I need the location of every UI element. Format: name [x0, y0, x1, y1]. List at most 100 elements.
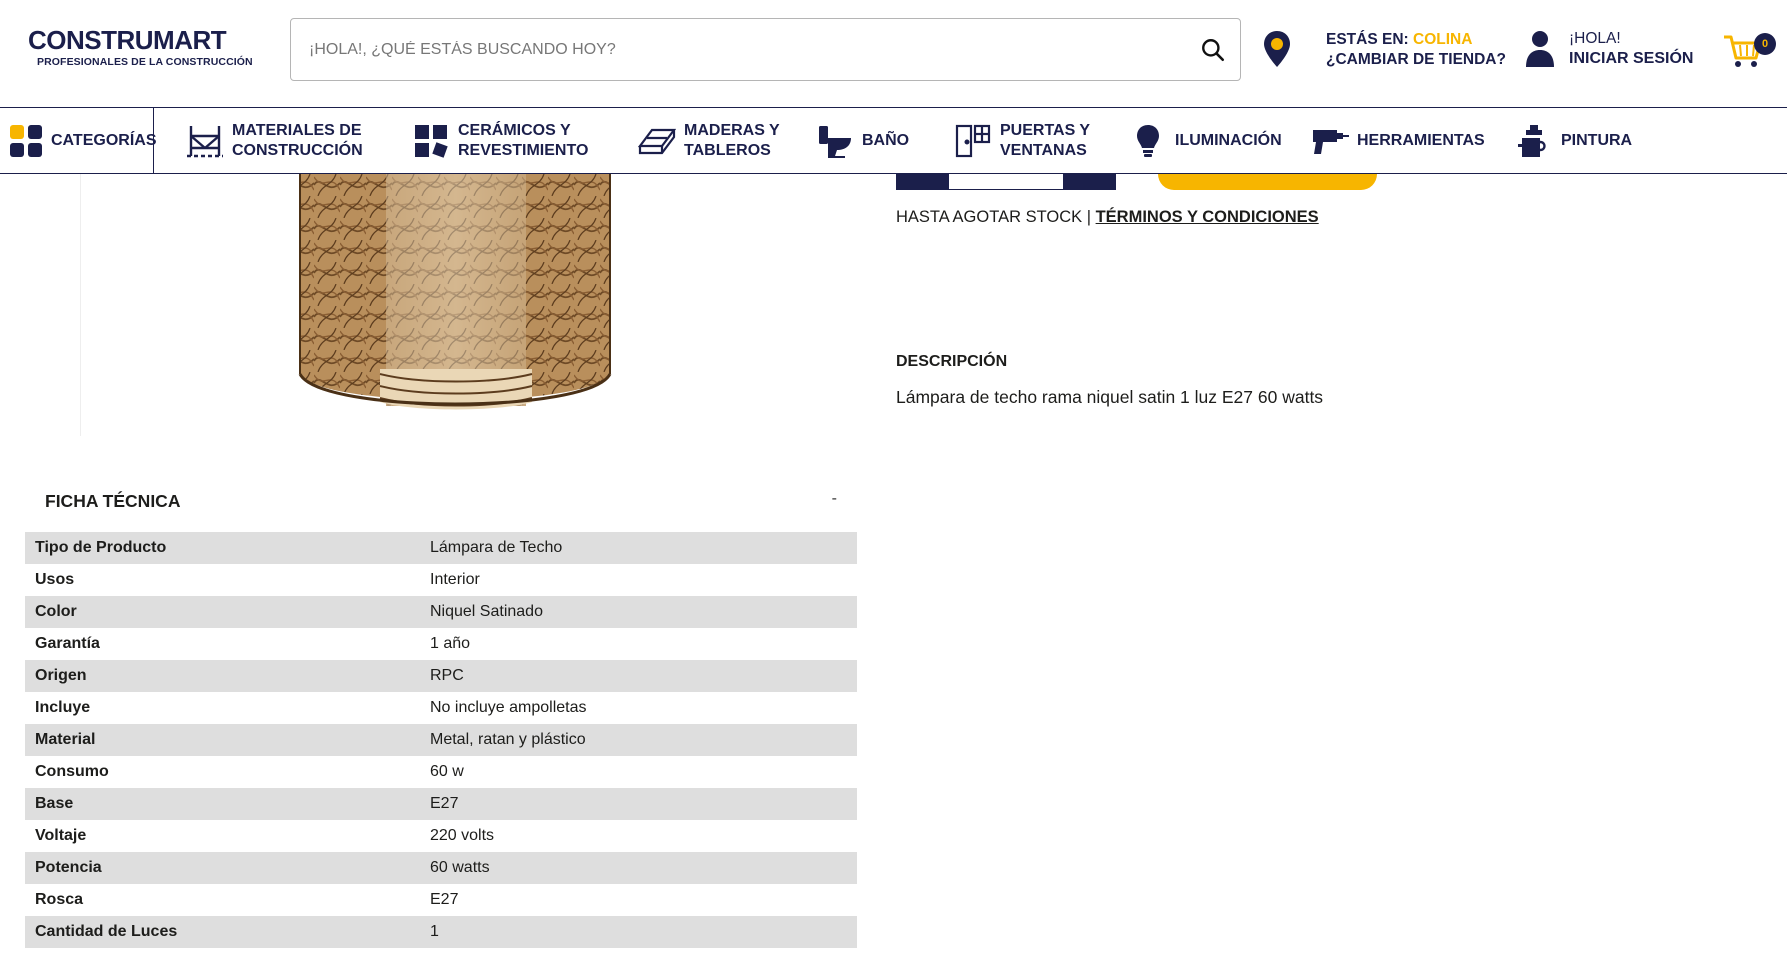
nav-categories[interactable]: CATEGORÍAS	[0, 108, 157, 174]
collapse-toggle[interactable]: -	[832, 490, 837, 508]
nav-herramientas[interactable]: HERRAMIENTAS	[1311, 108, 1485, 174]
spec-value: 60 w	[430, 763, 464, 780]
nav-herramientas-label: HERRAMIENTAS	[1357, 132, 1485, 149]
search-input[interactable]	[309, 19, 1169, 80]
nav-categories-label: CATEGORÍAS	[51, 132, 157, 149]
nav-label-line1: MADERAS Y	[684, 122, 780, 139]
spec-label: Rosca	[35, 891, 84, 908]
spec-label: Material	[35, 731, 96, 748]
nav-bano-label: BAÑO	[862, 132, 910, 149]
nav-iluminacion-label: ILUMINACIÓN	[1175, 132, 1282, 149]
spec-value: 220 volts	[430, 827, 495, 844]
account-login[interactable]: ¡HOLA! INICIAR SESIÓN	[1525, 26, 1715, 74]
spec-value: Interior	[430, 571, 480, 588]
lightbulb-icon	[1129, 123, 1167, 159]
spec-label: Voltaje	[35, 827, 87, 844]
spec-label: Potencia	[35, 859, 102, 876]
spec-value: 1	[430, 923, 439, 940]
spec-label: Incluye	[35, 699, 91, 716]
spec-label: Origen	[35, 667, 87, 684]
drill-icon	[1311, 123, 1349, 159]
table-row: Material Metal, ratan y plástico	[25, 724, 857, 756]
spec-label: Garantía	[35, 635, 100, 652]
nav-ceramicos-label: CERÁMICOS Y REVESTIMIENTO	[458, 121, 588, 161]
door-window-icon	[954, 123, 992, 159]
table-row: Base E27	[25, 788, 857, 820]
stock-text: HASTA AGOTAR STOCK |	[896, 208, 1096, 226]
table-row: Incluye No incluye ampolletas	[25, 692, 857, 724]
table-row: Consumo 60 w	[25, 756, 857, 788]
spec-label: Base	[35, 795, 74, 812]
quantity-input[interactable]	[948, 174, 1064, 190]
nav-maderas[interactable]: MADERAS Y TABLEROS	[638, 108, 780, 174]
nav-maderas-label: MADERAS Y TABLEROS	[684, 121, 780, 161]
ficha-tecnica-title: FICHA TÉCNICA	[45, 491, 181, 511]
user-icon	[1526, 31, 1554, 67]
logo-tagline: PROFESIONALES DE LA CONSTRUCCIÓN	[37, 56, 253, 68]
cart-button[interactable]: 0	[1723, 30, 1779, 70]
spec-value: Lámpara de Techo	[430, 539, 563, 556]
stock-notice: HASTA AGOTAR STOCK | TÉRMINOS Y CONDICIO…	[896, 208, 1319, 227]
nav-materiales-label: MATERIALES DE CONSTRUCCIÓN	[232, 121, 363, 161]
nav-puertas[interactable]: PUERTAS Y VENTANAS	[954, 108, 1090, 174]
nav-label-line2: TABLEROS	[684, 142, 771, 159]
nav-label-line2: REVESTIMIENTO	[458, 142, 589, 159]
nav-iluminacion[interactable]: ILUMINACIÓN	[1129, 108, 1282, 174]
spec-label: Consumo	[35, 763, 109, 780]
login-link[interactable]: INICIAR SESIÓN	[1569, 50, 1693, 67]
search-icon[interactable]	[1200, 37, 1226, 63]
nav-pintura[interactable]: PINTURA	[1515, 108, 1632, 174]
ficha-tecnica-header[interactable]: FICHA TÉCNICA -	[25, 480, 857, 524]
wood-planks-icon	[638, 123, 676, 159]
nav-label-line2: VENTANAS	[1000, 142, 1087, 159]
table-row: Origen RPC	[25, 660, 857, 692]
quantity-increase-button[interactable]	[1064, 174, 1116, 190]
cart-count-badge: 0	[1754, 33, 1776, 55]
change-store-link[interactable]: ¿CAMBIAR DE TIENDA?	[1326, 51, 1506, 68]
tiles-icon	[412, 123, 450, 159]
store-selector[interactable]: ESTÁS EN: COLINA ¿CAMBIAR DE TIENDA?	[1262, 26, 1506, 74]
table-row: Garantía 1 año	[25, 628, 857, 660]
search-bar	[290, 18, 1241, 81]
nav-ceramicos[interactable]: CERÁMICOS Y REVESTIMIENTO	[412, 108, 588, 174]
account-label: ¡HOLA! INICIAR SESIÓN	[1569, 29, 1693, 69]
nav-label-line1: MATERIALES DE	[232, 122, 362, 139]
nav-label-line1: CERÁMICOS Y	[458, 122, 571, 139]
spec-label: Usos	[35, 571, 75, 588]
nav-puertas-label: PUERTAS Y VENTANAS	[1000, 121, 1090, 161]
toilet-icon	[816, 123, 854, 159]
table-row: Color Niquel Satinado	[25, 596, 857, 628]
spec-table: Tipo de Producto Lámpara de Techo Usos Int…	[25, 532, 857, 948]
quantity-decrease-button[interactable]	[896, 174, 948, 190]
location-pin-icon	[1264, 31, 1290, 67]
table-row: Tipo de Producto Lámpara de Techo	[25, 532, 857, 564]
table-row: Rosca E27	[25, 884, 857, 916]
spec-label: Cantidad de Luces	[35, 923, 178, 940]
spec-value: Metal, ratan y plástico	[430, 731, 586, 748]
store-name: COLINA	[1413, 31, 1473, 48]
spec-value: E27	[430, 795, 459, 812]
product-image[interactable]	[80, 174, 800, 436]
description-title: DESCRIPCIÓN	[896, 353, 1008, 370]
construmart-logo[interactable]: CONSTRUMART PROFESIONALES DE LA CONSTRUC…	[28, 26, 253, 76]
spec-value: RPC	[430, 667, 464, 684]
paint-icon	[1515, 123, 1553, 159]
store-label: ESTÁS EN: COLINA ¿CAMBIAR DE TIENDA?	[1326, 30, 1506, 70]
nav-label-line1: PUERTAS Y	[1000, 122, 1091, 139]
spec-value: 60 watts	[430, 859, 490, 876]
nav-label-line2: CONSTRUCCIÓN	[232, 142, 363, 159]
spec-value: 1 año	[430, 635, 471, 652]
store-prefix: ESTÁS EN:	[1326, 31, 1409, 48]
quantity-stepper[interactable]	[896, 174, 1118, 190]
terms-link[interactable]: TÉRMINOS Y CONDICIONES	[1096, 208, 1319, 226]
description-text: Lámpara de techo rama niquel satin 1 luz…	[896, 387, 1324, 407]
site-header: CONSTRUMART PROFESIONALES DE LA CONSTRUC…	[0, 0, 1787, 107]
nav-bano[interactable]: BAÑO	[816, 108, 909, 174]
grid-icon	[9, 123, 43, 159]
table-row: Potencia 60 watts	[25, 852, 857, 884]
spec-value: E27	[430, 891, 459, 908]
nav-materiales[interactable]: MATERIALES DE CONSTRUCCIÓN	[186, 108, 363, 174]
spec-label: Tipo de Producto	[35, 539, 167, 556]
category-nav: CATEGORÍAS MATERIALES DE CONSTRUCCIÓN CE…	[0, 107, 1787, 174]
add-to-cart-button[interactable]	[1158, 174, 1377, 190]
